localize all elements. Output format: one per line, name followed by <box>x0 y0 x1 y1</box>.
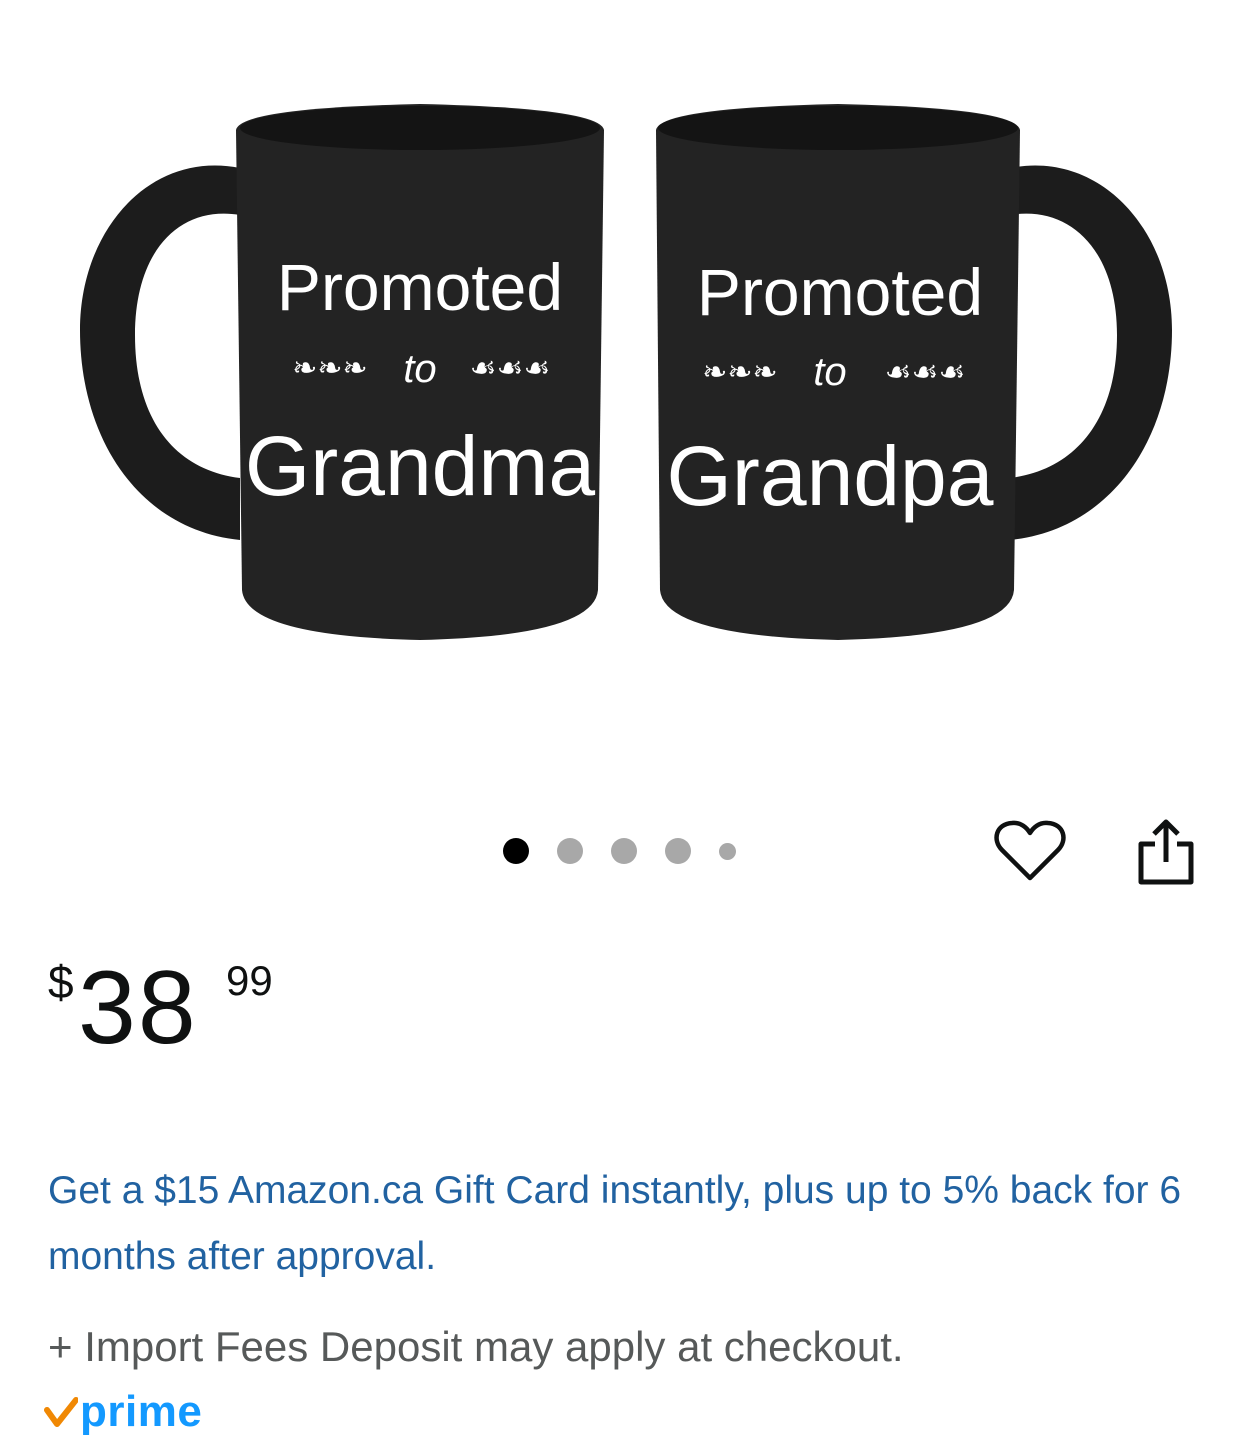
product-image-gallery[interactable]: Promoted to ❧❧❧ ☙☙☙ Grandma Promoted to … <box>0 0 1251 790</box>
price-whole: 38 <box>78 950 198 1066</box>
import-fees-note: + Import Fees Deposit may apply at check… <box>48 1323 904 1370</box>
mug-left-line1: Promoted <box>277 250 563 324</box>
mug-left-line3: Grandma <box>245 419 595 513</box>
mug-right-line2: to <box>813 350 846 394</box>
price-fraction: 99 <box>226 957 273 1004</box>
prime-label: prime <box>80 1387 203 1436</box>
mug-left: Promoted to ❧❧❧ ☙☙☙ Grandma <box>80 104 604 640</box>
leaf-ornament-right: ☙☙☙ <box>885 356 966 389</box>
leaf-ornament-right: ☙☙☙ <box>470 352 551 385</box>
wishlist-button[interactable] <box>994 818 1066 884</box>
mug-left-line2: to <box>403 347 436 391</box>
heart-icon <box>994 820 1066 881</box>
prime-badge: prime <box>44 1387 202 1437</box>
share-button[interactable] <box>1135 816 1195 886</box>
mug-right: Promoted to ❧❧❧ ☙☙☙ Grandpa <box>656 104 1172 640</box>
leaf-ornament-left: ❧❧❧ <box>292 352 367 385</box>
mug-right-line1: Promoted <box>697 255 983 329</box>
carousel-dot-1[interactable] <box>503 838 529 864</box>
carousel-dot-2[interactable] <box>557 838 583 864</box>
price-symbol: $ <box>48 956 74 1008</box>
share-icon <box>1138 819 1194 885</box>
carousel-indicator[interactable] <box>503 836 764 866</box>
carousel-dot-4[interactable] <box>665 838 691 864</box>
carousel-dot-5[interactable] <box>719 842 736 860</box>
mug-right-line3: Grandpa <box>667 429 994 523</box>
gift-card-promo-link[interactable]: Get a $15 Amazon.ca Gift Card instantly,… <box>48 1158 1198 1290</box>
prime-check-icon <box>44 1397 78 1427</box>
product-image[interactable]: Promoted to ❧❧❧ ☙☙☙ Grandma Promoted to … <box>0 0 1251 790</box>
leaf-ornament-left: ❧❧❧ <box>702 356 777 389</box>
carousel-dot-3[interactable] <box>611 838 637 864</box>
